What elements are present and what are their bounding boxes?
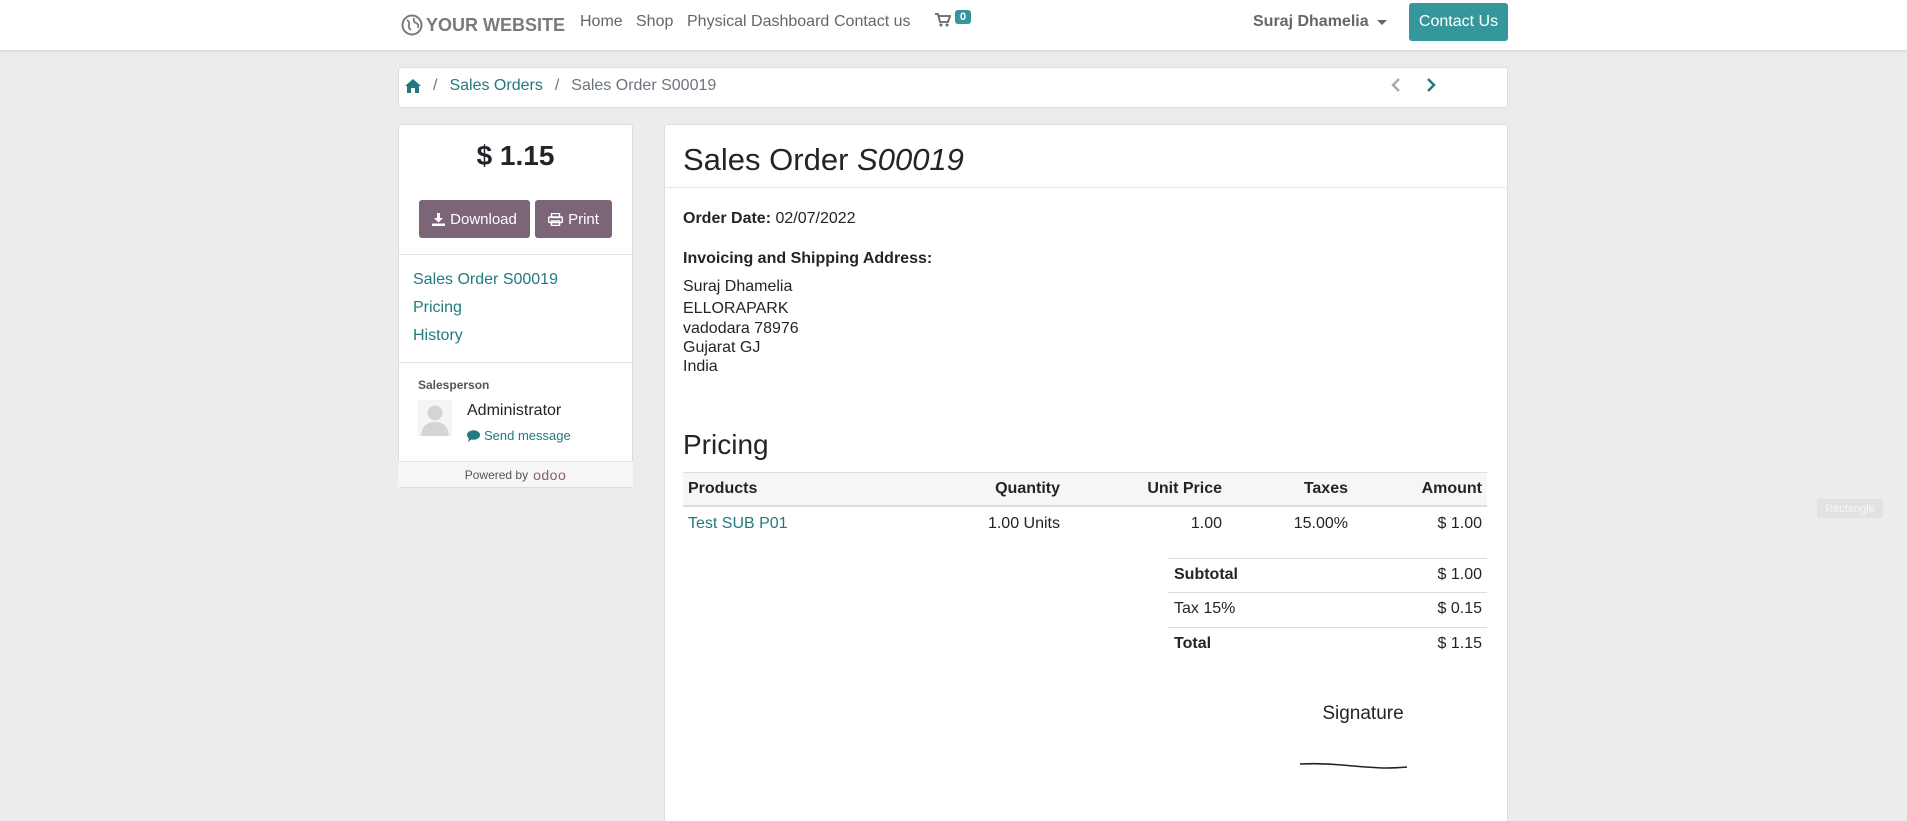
user-menu-dropdown[interactable]: Suraj Dhamelia bbox=[1253, 13, 1387, 31]
sidebar-link-history[interactable]: History bbox=[413, 327, 463, 345]
address-line: vadodara 78976 bbox=[683, 320, 799, 337]
comment-icon bbox=[467, 429, 480, 442]
total-value: $ 1.15 bbox=[1437, 635, 1482, 652]
powered-by-footer: Powered by odoo bbox=[398, 461, 633, 487]
column-header-unit-price: Unit Price bbox=[1147, 480, 1222, 497]
order-date: Order Date: 02/07/2022 bbox=[683, 210, 856, 228]
user-name: Suraj Dhamelia bbox=[1253, 13, 1369, 30]
column-header-quantity: Quantity bbox=[995, 480, 1060, 497]
print-icon bbox=[548, 212, 564, 226]
cart-icon bbox=[935, 13, 952, 27]
address-line: Gujarat GJ bbox=[683, 339, 761, 356]
home-icon[interactable] bbox=[405, 79, 421, 93]
row-unit-price: 1.00 bbox=[1190, 515, 1222, 532]
breadcrumb: / Sales Orders / Sales Order S00019 bbox=[405, 77, 716, 95]
globe-icon bbox=[401, 14, 423, 36]
send-message-link[interactable]: Send message bbox=[467, 428, 571, 443]
powered-by-text: Powered by bbox=[464, 467, 529, 482]
address-line: ELLORAPARK bbox=[683, 300, 789, 317]
salesperson-name: Administrator bbox=[467, 402, 562, 419]
row-quantity: 1.00 Units bbox=[987, 515, 1060, 532]
logo-text: YOUR WEBSITE bbox=[426, 14, 566, 35]
row-taxes: 15.00% bbox=[1293, 515, 1348, 532]
avatar bbox=[418, 400, 452, 436]
nav-contact-us[interactable]: Contact us bbox=[834, 13, 910, 31]
column-header-products: Products bbox=[688, 480, 758, 497]
order-total-amount: $ 1.15 bbox=[476, 140, 555, 171]
cart-count-badge: 0 bbox=[955, 10, 972, 24]
breadcrumb-separator: / bbox=[433, 77, 438, 94]
signature-label: Signature bbox=[1322, 703, 1404, 724]
website-logo[interactable]: YOUR WEBSITE bbox=[401, 10, 565, 40]
column-header-taxes: Taxes bbox=[1303, 480, 1348, 497]
table-header bbox=[683, 472, 1487, 507]
divider bbox=[399, 254, 632, 255]
breadcrumb-sales-orders[interactable]: Sales Orders bbox=[449, 77, 542, 95]
print-label: Print bbox=[568, 210, 599, 228]
subtotal-value: $ 1.00 bbox=[1437, 566, 1482, 583]
top-navbar: YOUR WEBSITE Home Shop Physical Dashboar… bbox=[0, 0, 1907, 51]
print-button[interactable]: Print bbox=[535, 200, 612, 238]
sidebar-link-sales-order[interactable]: Sales Order S00019 bbox=[413, 271, 558, 289]
pricing-heading: Pricing bbox=[683, 429, 769, 460]
order-reference: S00019 bbox=[857, 142, 964, 177]
contact-us-button[interactable]: Contact Us bbox=[1409, 3, 1508, 41]
subtotal-label: Subtotal bbox=[1174, 566, 1238, 583]
odoo-logo[interactable]: odoo bbox=[533, 467, 566, 483]
nav-shop[interactable]: Shop bbox=[636, 13, 673, 31]
salesperson-label: Salesperson bbox=[418, 378, 490, 392]
tax-label: Tax 15% bbox=[1174, 600, 1236, 617]
order-date-value: 02/07/2022 bbox=[775, 210, 856, 227]
nav-home[interactable]: Home bbox=[580, 13, 623, 31]
breadcrumb-separator: / bbox=[554, 77, 560, 94]
address-line: Suraj Dhamelia bbox=[683, 278, 793, 295]
page-title: Sales Order S00019 bbox=[683, 142, 964, 178]
divider bbox=[1168, 592, 1487, 593]
row-amount: $ 1.00 bbox=[1437, 515, 1482, 532]
chevron-left-icon[interactable] bbox=[1390, 77, 1402, 93]
nav-physical-dashboard[interactable]: Physical Dashboard bbox=[687, 13, 829, 31]
chevron-right-icon[interactable] bbox=[1425, 77, 1437, 93]
caret-down-icon bbox=[1376, 19, 1387, 25]
address-label: Invoicing and Shipping Address: bbox=[683, 250, 933, 267]
title-prefix: Sales Order bbox=[683, 142, 849, 177]
sidebar-link-pricing[interactable]: Pricing bbox=[413, 299, 462, 317]
address-line: India bbox=[683, 358, 718, 375]
product-link[interactable]: Test SUB P01 bbox=[688, 515, 788, 533]
total-label: Total bbox=[1174, 635, 1212, 652]
divider bbox=[399, 362, 632, 363]
send-message-label: Send message bbox=[484, 428, 571, 443]
breadcrumb-current: Sales Order S00019 bbox=[571, 77, 717, 94]
divider bbox=[1168, 627, 1487, 628]
order-date-label: Order Date: bbox=[683, 210, 772, 227]
divider bbox=[1168, 558, 1487, 559]
tax-value: $ 0.15 bbox=[1437, 600, 1482, 617]
download-button[interactable]: Download bbox=[419, 200, 530, 238]
signature-image bbox=[1299, 762, 1408, 769]
cart-link[interactable] bbox=[935, 12, 952, 33]
download-label: Download bbox=[450, 210, 517, 228]
download-icon bbox=[432, 212, 446, 226]
column-header-amount: Amount bbox=[1421, 480, 1482, 497]
divider bbox=[664, 187, 1508, 188]
rectangle-overlay-tag: Rectangle bbox=[1817, 499, 1883, 518]
